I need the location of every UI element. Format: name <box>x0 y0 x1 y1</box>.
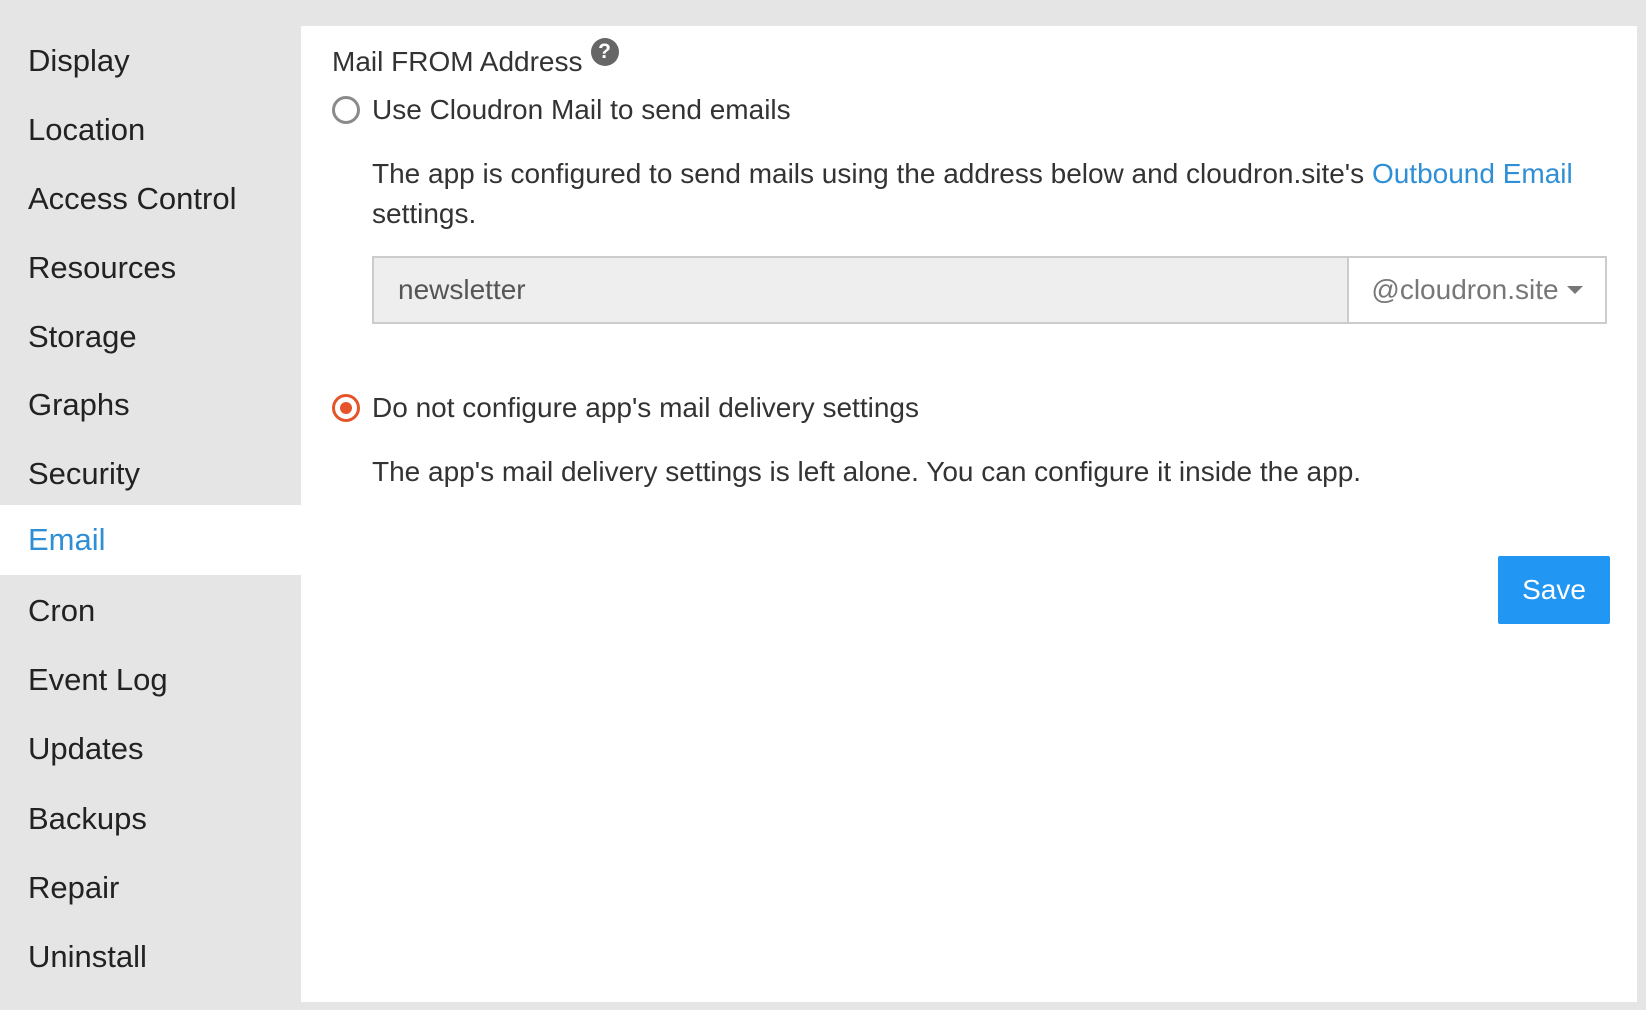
sidebar-item-cron[interactable]: Cron <box>0 576 301 646</box>
radio-do-not-configure[interactable]: Do not configure app's mail delivery set… <box>332 392 919 424</box>
domain-select[interactable]: @cloudron.site <box>1347 256 1607 324</box>
sidebar-item-email[interactable]: Email <box>0 505 301 575</box>
heading-label: Mail FROM Address <box>332 46 583 77</box>
do-not-configure-description: The app's mail delivery settings is left… <box>372 456 1362 487</box>
sidebar-item-event-log[interactable]: Event Log <box>0 645 301 715</box>
mail-from-heading: Mail FROM Address ? <box>332 38 619 78</box>
sidebar-item-storage[interactable]: Storage <box>0 302 301 372</box>
radio-unchecked-icon[interactable] <box>332 96 360 124</box>
radio-use-cloudron-mail[interactable]: Use Cloudron Mail to send emails <box>332 94 791 126</box>
sidebar-item-graphs[interactable]: Graphs <box>0 370 301 440</box>
desc-text: The app is configured to send mails usin… <box>372 158 1372 189</box>
radio-label-cloudron-mail: Use Cloudron Mail to send emails <box>372 94 791 125</box>
desc-text-end: settings. <box>372 198 477 229</box>
domain-select-value: @cloudron.site <box>1371 274 1559 305</box>
help-icon[interactable]: ? <box>590 38 619 66</box>
sidebar-item-access-control[interactable]: Access Control <box>0 164 301 234</box>
cloudron-mail-description: The app is configured to send mails usin… <box>372 154 1612 234</box>
radio-label-do-not-configure: Do not configure app's mail delivery set… <box>372 392 919 423</box>
sidebar-item-uninstall[interactable]: Uninstall <box>0 922 301 992</box>
mail-address-group: @cloudron.site <box>372 256 1607 324</box>
sidebar-item-repair[interactable]: Repair <box>0 853 301 923</box>
sidebar-item-security[interactable]: Security <box>0 439 301 509</box>
save-button[interactable]: Save <box>1498 556 1610 624</box>
outbound-email-link[interactable]: Outbound Email <box>1372 158 1573 189</box>
sidebar-item-display[interactable]: Display <box>0 26 301 96</box>
sidebar-item-backups[interactable]: Backups <box>0 784 301 854</box>
sidebar-item-updates[interactable]: Updates <box>0 714 301 784</box>
sidebar-item-resources[interactable]: Resources <box>0 233 301 303</box>
radio-checked-icon[interactable] <box>332 394 360 422</box>
sidebar-nav: Display Location Access Control Resource… <box>0 0 301 1010</box>
caret-down-icon <box>1566 286 1583 294</box>
mail-local-part-input[interactable] <box>372 256 1347 324</box>
email-settings-panel: Mail FROM Address ? Use Cloudron Mail to… <box>301 26 1637 1002</box>
sidebar-item-location[interactable]: Location <box>0 95 301 165</box>
